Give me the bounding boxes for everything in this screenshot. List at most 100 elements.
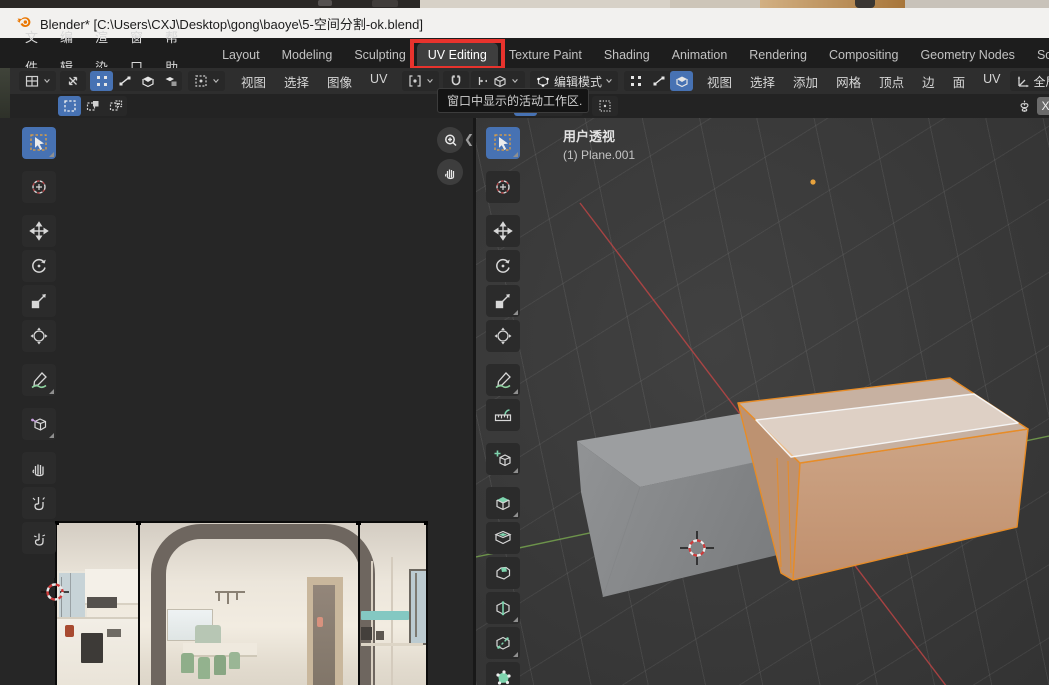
pano-chair bbox=[181, 653, 194, 673]
uv-editor-canvas[interactable]: ❮ bbox=[0, 118, 473, 685]
tool-rotate[interactable] bbox=[486, 250, 520, 282]
uv-sticky-selection-dropdown[interactable] bbox=[188, 71, 225, 91]
tool-transform[interactable] bbox=[22, 320, 56, 352]
tool-cursor[interactable] bbox=[22, 171, 56, 203]
uv-select-action-select-extend[interactable] bbox=[81, 96, 104, 116]
tab-texture-paint[interactable]: Texture Paint bbox=[498, 43, 593, 68]
uv-select-action-select-subtract[interactable] bbox=[104, 96, 127, 116]
scale-icon bbox=[29, 291, 49, 311]
relax-icon bbox=[29, 493, 49, 513]
viewport-menu-vertex[interactable]: 顶点 bbox=[870, 72, 913, 91]
uv-editor-type-button[interactable] bbox=[19, 71, 56, 91]
uv-select-actions bbox=[58, 96, 127, 116]
tab-animation[interactable]: Animation bbox=[661, 43, 739, 68]
uv-menu-select[interactable]: 选择 bbox=[275, 72, 318, 91]
measure-icon bbox=[493, 405, 513, 425]
tab-sculpting[interactable]: Sculpting bbox=[343, 43, 416, 68]
uv-select-mode-vertex[interactable] bbox=[90, 71, 113, 91]
magnet-icon bbox=[448, 73, 464, 89]
tool-rotate[interactable] bbox=[22, 250, 56, 282]
tool-cursor[interactable] bbox=[486, 171, 520, 203]
tool-pinch[interactable] bbox=[22, 522, 56, 554]
pan-gizmo[interactable] bbox=[437, 159, 463, 185]
move-icon bbox=[29, 221, 49, 241]
tweak-icon bbox=[29, 133, 49, 153]
selvert-icon bbox=[94, 73, 110, 89]
select-through-toggle[interactable] bbox=[592, 96, 618, 116]
tab-geometry-nodes[interactable]: Geometry Nodes bbox=[909, 43, 1025, 68]
proportional-falloff-icon[interactable] bbox=[1016, 98, 1033, 115]
rotate-icon bbox=[29, 256, 49, 276]
tab-uv-editing[interactable]: UV Editing bbox=[417, 43, 498, 68]
viewport-menu-view[interactable]: 视图 bbox=[698, 72, 741, 91]
light-object-dot[interactable] bbox=[810, 179, 815, 184]
viewport-toolbar bbox=[486, 127, 520, 685]
zoom-gizmo[interactable] bbox=[437, 127, 463, 153]
uv-select-mode-edge[interactable] bbox=[113, 71, 136, 91]
tool-measure[interactable] bbox=[486, 399, 520, 431]
viewport-menu-mesh[interactable]: 网格 bbox=[827, 72, 870, 91]
tab-modeling[interactable]: Modeling bbox=[271, 43, 344, 68]
tool-poly-build[interactable] bbox=[486, 662, 520, 685]
uv-sync-selection-toggle[interactable] bbox=[60, 71, 86, 91]
tab-shading[interactable]: Shading bbox=[593, 43, 661, 68]
viewport-menu-edge[interactable]: 边 bbox=[913, 72, 944, 91]
tool-annotate[interactable] bbox=[22, 364, 56, 396]
tool-grab[interactable] bbox=[22, 452, 56, 484]
viewport-menu-face[interactable]: 面 bbox=[944, 72, 975, 91]
active-object-label: (1) Plane.001 bbox=[563, 148, 635, 162]
polybuild-icon bbox=[493, 668, 513, 685]
workspace-tabs: LayoutModelingSculptingUV EditingTexture… bbox=[211, 38, 1049, 68]
tool-inset-faces[interactable] bbox=[486, 522, 520, 554]
tool-knife[interactable] bbox=[486, 627, 520, 659]
loopcut-icon bbox=[493, 598, 513, 618]
tool-loop-cut[interactable] bbox=[486, 592, 520, 624]
selisland-icon bbox=[163, 73, 179, 89]
rotate-icon bbox=[493, 256, 513, 276]
selected-box-object[interactable] bbox=[738, 378, 1028, 580]
sticky-selection-icon bbox=[193, 73, 209, 89]
tool-extrude-region[interactable] bbox=[486, 487, 520, 519]
uv-pivot-dropdown[interactable] bbox=[402, 71, 439, 91]
tool-transform[interactable] bbox=[486, 320, 520, 352]
viewport-menu-uv[interactable]: UV bbox=[974, 72, 1009, 91]
tab-rendering[interactable]: Rendering bbox=[738, 43, 818, 68]
tool-rip-region[interactable] bbox=[22, 408, 56, 440]
tool-add-cube[interactable] bbox=[486, 443, 520, 475]
mesh-select-mode-vertex[interactable] bbox=[624, 71, 647, 91]
rip-icon bbox=[29, 414, 49, 434]
uv-editor-icon bbox=[24, 73, 40, 89]
scale-icon bbox=[493, 291, 513, 311]
uv-select-mode-group bbox=[90, 71, 182, 91]
mesh-select-mode-face[interactable] bbox=[670, 71, 693, 91]
mesh-select-mode-edge[interactable] bbox=[647, 71, 670, 91]
uv-menu-view[interactable]: 视图 bbox=[232, 72, 275, 91]
tool-scale[interactable] bbox=[486, 285, 520, 317]
tool-annotate[interactable] bbox=[486, 364, 520, 396]
tool-move[interactable] bbox=[22, 215, 56, 247]
uv-select-mode-island[interactable] bbox=[159, 71, 182, 91]
uv-menu-uv[interactable]: UV bbox=[361, 72, 396, 91]
blender-window: { "title_bar": { "title": "Blender* [C:\… bbox=[0, 0, 1049, 685]
tool-tweak[interactable] bbox=[486, 127, 520, 159]
uv-menu-image[interactable]: 图像 bbox=[318, 72, 361, 91]
tool-relax[interactable] bbox=[22, 487, 56, 519]
uv-select-mode-face[interactable] bbox=[136, 71, 159, 91]
tool-move[interactable] bbox=[486, 215, 520, 247]
tool-tweak[interactable] bbox=[22, 127, 56, 159]
tab-script[interactable]: Script bbox=[1026, 43, 1049, 68]
transform-orientation-dropdown[interactable]: 全局 bbox=[1010, 71, 1049, 91]
uv-select-action-select-new[interactable] bbox=[58, 96, 81, 116]
viewport-menu-add[interactable]: 添加 bbox=[784, 72, 827, 91]
pano-teal-shelf bbox=[361, 611, 409, 620]
mirror-x-button[interactable]: X bbox=[1037, 97, 1049, 115]
seledge-icon bbox=[117, 73, 133, 89]
viewport-3d-canvas[interactable]: 用户透视 (1) Plane.001 bbox=[476, 118, 1049, 685]
tool-bevel[interactable] bbox=[486, 557, 520, 589]
tab-compositing[interactable]: Compositing bbox=[818, 43, 909, 68]
selext-icon bbox=[85, 98, 101, 114]
sidebar-collapse-arrow[interactable]: ❮ bbox=[464, 132, 473, 146]
tab-layout[interactable]: Layout bbox=[211, 43, 271, 68]
tool-scale[interactable] bbox=[22, 285, 56, 317]
viewport-menu-select[interactable]: 选择 bbox=[741, 72, 784, 91]
